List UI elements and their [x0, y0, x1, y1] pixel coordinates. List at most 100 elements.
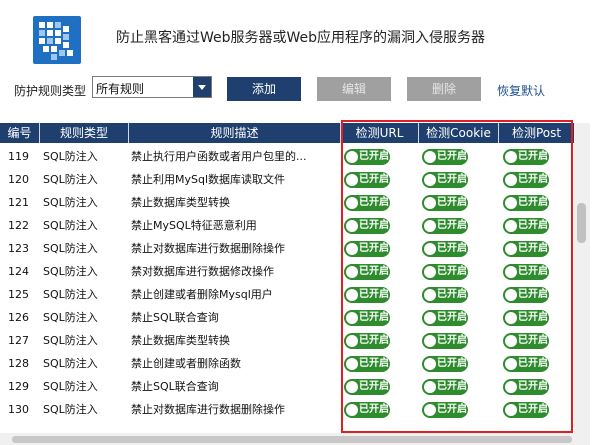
rule-type: SQL防注入 [43, 311, 98, 324]
check-url-toggle[interactable]: 已开启 [344, 310, 390, 326]
check-cookie-toggle[interactable]: 已开启 [422, 172, 468, 188]
rules-table: 编号 规则类型 规则描述 检测URL 检测Cookie 检测Post 119 SQ… [0, 123, 574, 433]
shield-grid-icon [33, 16, 81, 64]
check-url-toggle[interactable]: 已开启 [344, 264, 390, 280]
check-cookie-toggle[interactable]: 已开启 [422, 379, 468, 395]
check-post-toggle[interactable]: 已开启 [503, 195, 549, 211]
toggle-label: 已开启 [518, 381, 548, 392]
toggle-knob [505, 289, 517, 301]
check-url-toggle[interactable]: 已开启 [344, 287, 390, 303]
table-row[interactable]: 123 SQL防注入 禁止对数据库进行数据删除操作 已开启 已开启 已开启 [0, 237, 574, 260]
rule-type-select[interactable]: 所有规则 [92, 76, 212, 98]
check-url-toggle[interactable]: 已开启 [344, 356, 390, 372]
table-row[interactable]: 121 SQL防注入 禁止数据库类型转换 已开启 已开启 已开启 [0, 191, 574, 214]
check-url-toggle[interactable]: 已开启 [344, 379, 390, 395]
check-url-toggle[interactable]: 已开启 [344, 333, 390, 349]
check-url-toggle[interactable]: 已开启 [344, 402, 390, 418]
check-cookie-toggle[interactable]: 已开启 [422, 356, 468, 372]
rule-description: 禁止执行用户函数或者用户包里的... [131, 150, 307, 163]
toggle-knob [346, 197, 358, 209]
toggle-label: 已开启 [359, 404, 389, 415]
toggle-knob [346, 243, 358, 255]
toggle-knob [505, 174, 517, 186]
toggle-label: 已开启 [518, 151, 548, 162]
check-post-toggle[interactable]: 已开启 [503, 379, 549, 395]
toggle-label: 已开启 [359, 220, 389, 231]
toggle-knob [505, 151, 517, 163]
check-cookie-toggle[interactable]: 已开启 [422, 310, 468, 326]
toggle-label: 已开启 [437, 151, 467, 162]
rule-type: SQL防注入 [43, 334, 98, 347]
check-post-toggle[interactable]: 已开启 [503, 172, 549, 188]
rule-type: SQL防注入 [43, 403, 98, 416]
check-post-toggle[interactable]: 已开启 [503, 310, 549, 326]
table-row[interactable]: 125 SQL防注入 禁止创建或者删除Mysql用户 已开启 已开启 已开启 [0, 283, 574, 306]
check-cookie-toggle[interactable]: 已开启 [422, 333, 468, 349]
table-row[interactable]: 128 SQL防注入 禁止创建或者删除函数 已开启 已开启 已开启 [0, 352, 574, 375]
rule-id: 129 [8, 380, 29, 393]
check-cookie-toggle[interactable]: 已开启 [422, 241, 468, 257]
check-post-toggle[interactable]: 已开启 [503, 218, 549, 234]
table-row[interactable]: 127 SQL防注入 禁止数据库类型转换 已开启 已开启 已开启 [0, 329, 574, 352]
table-row[interactable]: 119 SQL防注入 禁止执行用户函数或者用户包里的... 已开启 已开启 已开启 [0, 145, 574, 168]
check-cookie-toggle[interactable]: 已开启 [422, 195, 468, 211]
check-url-toggle[interactable]: 已开启 [344, 149, 390, 165]
reset-defaults-link[interactable]: 恢复默认 [497, 82, 545, 99]
toggle-knob [424, 151, 436, 163]
rule-type: SQL防注入 [43, 219, 98, 232]
check-cookie-toggle[interactable]: 已开启 [422, 402, 468, 418]
rule-id: 124 [8, 265, 29, 278]
check-post-toggle[interactable]: 已开启 [503, 356, 549, 372]
edit-button[interactable]: 编辑 [317, 77, 391, 101]
table-row[interactable]: 126 SQL防注入 禁止SQL联合查询 已开启 已开启 已开启 [0, 306, 574, 329]
rule-type-select-value: 所有规则 [96, 82, 145, 96]
check-url-toggle[interactable]: 已开启 [344, 218, 390, 234]
table-row[interactable]: 120 SQL防注入 禁止利用MySql数据库读取文件 已开启 已开启 已开启 [0, 168, 574, 191]
rule-type: SQL防注入 [43, 150, 98, 163]
check-post-toggle[interactable]: 已开启 [503, 264, 549, 280]
toggle-label: 已开启 [437, 174, 467, 185]
check-cookie-toggle[interactable]: 已开启 [422, 264, 468, 280]
toggle-knob [424, 335, 436, 347]
toggle-label: 已开启 [437, 335, 467, 346]
check-cookie-toggle[interactable]: 已开启 [422, 149, 468, 165]
column-header-check-url: 检测URL [341, 123, 419, 143]
check-url-toggle[interactable]: 已开启 [344, 241, 390, 257]
check-url-toggle[interactable]: 已开启 [344, 172, 390, 188]
vertical-scrollbar-thumb[interactable] [577, 203, 586, 243]
toggle-label: 已开启 [437, 404, 467, 415]
rule-id: 120 [8, 173, 29, 186]
chevron-down-icon[interactable] [193, 77, 211, 97]
add-button[interactable]: 添加 [227, 77, 301, 101]
toggle-label: 已开启 [359, 358, 389, 369]
rule-id: 127 [8, 334, 29, 347]
check-post-toggle[interactable]: 已开启 [503, 333, 549, 349]
check-cookie-toggle[interactable]: 已开启 [422, 218, 468, 234]
check-post-toggle[interactable]: 已开启 [503, 241, 549, 257]
rule-type: SQL防注入 [43, 242, 98, 255]
rule-type: SQL防注入 [43, 196, 98, 209]
table-row[interactable]: 130 SQL防注入 禁止对数据库进行数据删除操作 已开启 已开启 已开启 [0, 398, 574, 421]
toggle-label: 已开启 [518, 404, 548, 415]
delete-button[interactable]: 删除 [407, 77, 481, 101]
horizontal-scrollbar-thumb[interactable] [12, 436, 572, 443]
toggle-knob [505, 220, 517, 232]
page-title: 防止黑客通过Web服务器或Web应用程序的漏洞入侵服务器 [116, 30, 486, 46]
toggle-knob [424, 197, 436, 209]
vertical-scrollbar[interactable] [574, 123, 590, 433]
horizontal-scrollbar[interactable] [0, 433, 590, 445]
table-row[interactable]: 122 SQL防注入 禁止MySQL特征恶意利用 已开启 已开启 已开启 [0, 214, 574, 237]
check-cookie-toggle[interactable]: 已开启 [422, 287, 468, 303]
toggle-label: 已开启 [359, 289, 389, 300]
check-post-toggle[interactable]: 已开启 [503, 402, 549, 418]
rule-description: 禁止SQL联合查询 [131, 380, 219, 393]
check-post-toggle[interactable]: 已开启 [503, 149, 549, 165]
table-row[interactable]: 124 SQL防注入 禁对数据库进行数据修改操作 已开启 已开启 已开启 [0, 260, 574, 283]
rule-id: 121 [8, 196, 29, 209]
check-url-toggle[interactable]: 已开启 [344, 195, 390, 211]
rule-type-label: 防护规则类型 [14, 84, 87, 98]
check-post-toggle[interactable]: 已开启 [503, 287, 549, 303]
rule-description: 禁对数据库进行数据修改操作 [131, 265, 274, 278]
table-row[interactable]: 129 SQL防注入 禁止SQL联合查询 已开启 已开启 已开启 [0, 375, 574, 398]
toggle-label: 已开启 [359, 312, 389, 323]
